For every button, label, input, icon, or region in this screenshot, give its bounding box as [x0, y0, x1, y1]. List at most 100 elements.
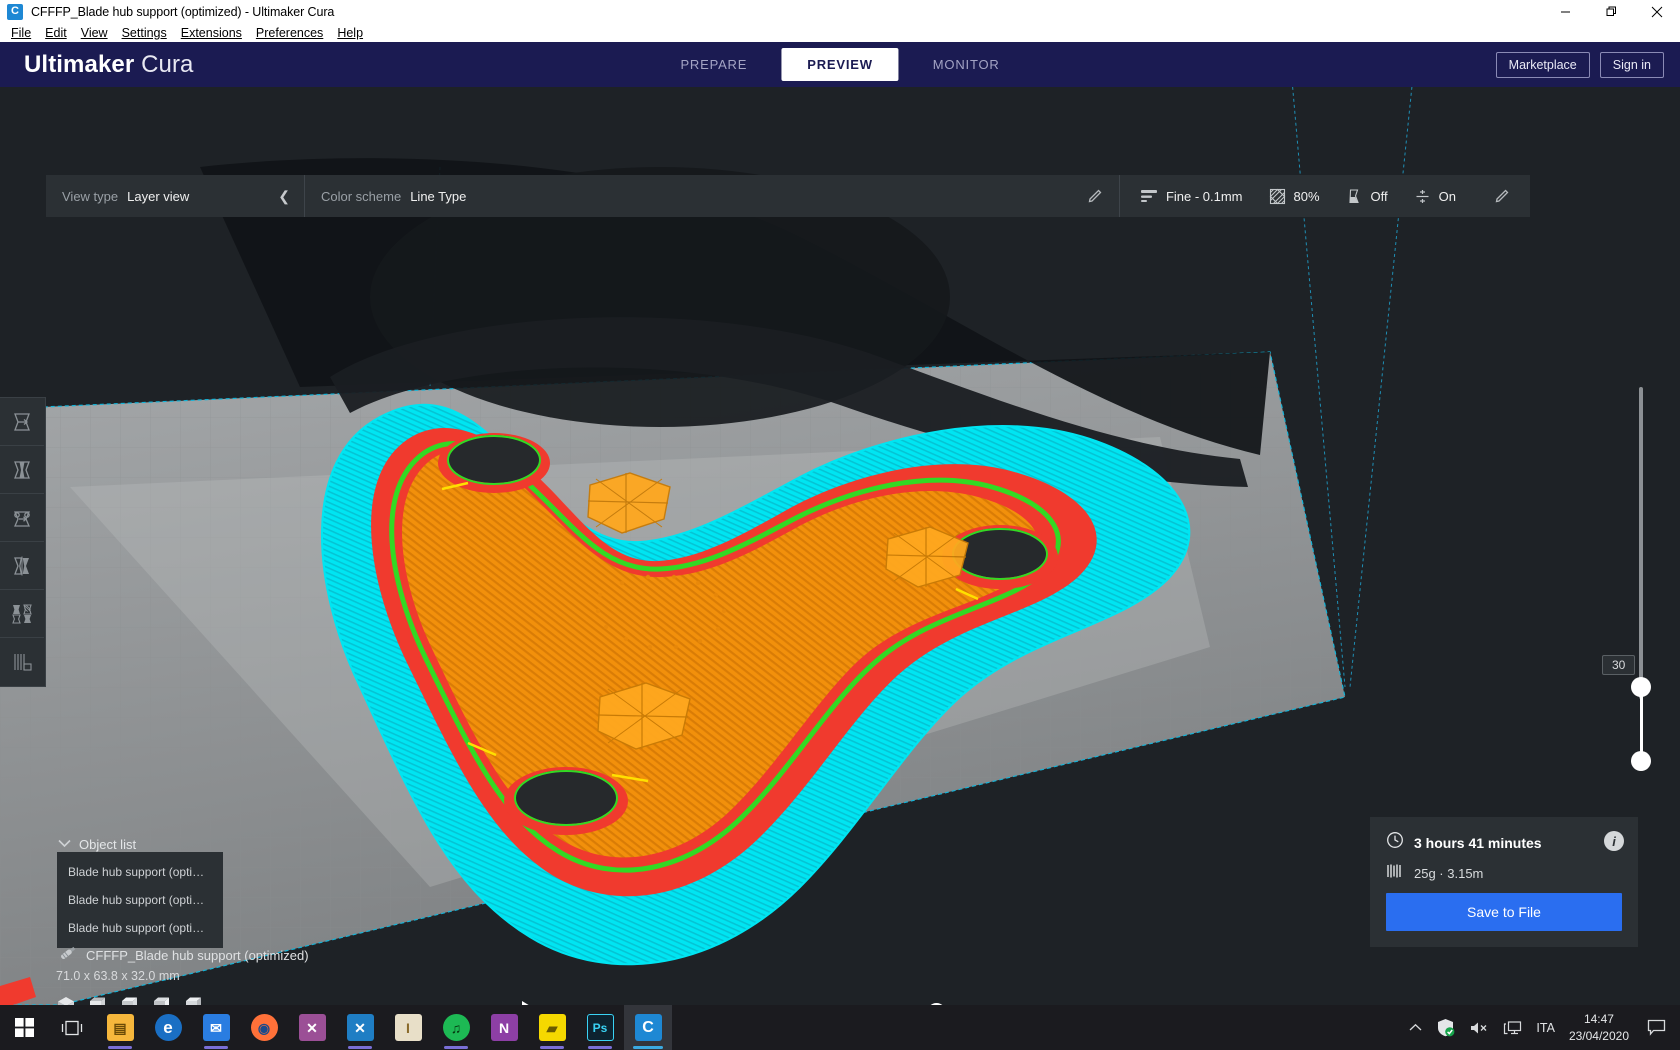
scale-tool-icon[interactable] — [0, 446, 44, 494]
onenote-icon[interactable]: N — [480, 1005, 528, 1050]
profile-selector[interactable]: Fine - 0.1mm — [1120, 175, 1269, 217]
infill-value: 80% — [1293, 188, 1320, 204]
profile-value: Fine - 0.1mm — [1165, 188, 1243, 204]
restore-icon[interactable] — [1588, 0, 1634, 23]
system-tray: ITA 14:47 23/04/2020 — [1409, 1005, 1680, 1050]
view-top-icon[interactable] — [120, 995, 140, 1005]
show-hidden-icons-icon[interactable] — [1409, 1023, 1422, 1032]
mirror-tool-icon[interactable] — [0, 542, 44, 590]
pencil-icon[interactable] — [1071, 188, 1119, 204]
menu-preferences[interactable]: Preferences — [249, 24, 330, 42]
windows-start-icon[interactable] — [0, 1005, 48, 1050]
material-value: 25g · 3.15m — [1414, 866, 1484, 881]
action-center-icon[interactable] — [1643, 1019, 1666, 1036]
stage-tabs: PREPARE PREVIEW MONITOR — [650, 42, 1029, 87]
mail-icon[interactable]: ✉ — [192, 1005, 240, 1050]
task-view-icon[interactable] — [48, 1005, 96, 1050]
cura-taskbar-icon[interactable]: C — [624, 1005, 672, 1050]
file-explorer-icon[interactable]: ▤ — [96, 1005, 144, 1050]
spotify-icon[interactable]: ♫ — [432, 1005, 480, 1050]
menu-edit[interactable]: Edit — [38, 24, 74, 42]
rotate-tool-icon[interactable] — [0, 494, 44, 542]
app-brand: Ultimaker Cura — [24, 50, 194, 78]
infill-icon — [1269, 188, 1286, 205]
visual-studio-icon[interactable]: ✕ — [288, 1005, 336, 1050]
sticky-notes-icon[interactable]: ▰ — [528, 1005, 576, 1050]
view-type-label: View type — [62, 188, 119, 204]
tab-monitor[interactable]: MONITOR — [907, 48, 1026, 81]
adhesion-selector[interactable]: On — [1414, 175, 1478, 217]
menu-file[interactable]: File — [4, 24, 38, 42]
menu-view[interactable]: View — [74, 24, 115, 42]
view-left-icon[interactable] — [152, 995, 172, 1005]
cura-logo-icon: C — [7, 3, 23, 20]
vs-code-icon[interactable]: ✕ — [336, 1005, 384, 1050]
network-icon[interactable] — [1503, 1020, 1522, 1036]
minimize-icon[interactable] — [1542, 0, 1588, 23]
clock-date: 23/04/2020 — [1568, 1028, 1629, 1043]
layer-height-icon — [1140, 188, 1158, 204]
camera-view-modes — [56, 995, 204, 1005]
firefox-icon[interactable]: ◉ — [240, 1005, 288, 1050]
view-type-selector[interactable]: View type Layer view ❮ — [46, 175, 304, 217]
layer-slider[interactable]: 30 — [1602, 387, 1658, 771]
object-list-header[interactable]: Object list — [58, 835, 136, 853]
volume-muted-icon[interactable] — [1469, 1020, 1489, 1036]
per-model-settings-tool-icon[interactable] — [0, 590, 44, 638]
language-indicator[interactable]: ITA — [1536, 1021, 1555, 1035]
menu-extensions[interactable]: Extensions — [174, 24, 249, 42]
infill-selector[interactable]: 80% — [1269, 175, 1346, 217]
window-controls — [1542, 0, 1680, 23]
menu-help[interactable]: Help — [330, 24, 370, 42]
adhesion-value: On — [1438, 188, 1456, 204]
layer-slider-track[interactable] — [1639, 387, 1643, 699]
3d-viewport[interactable]: View type Layer view ❮ Color scheme Line… — [0, 87, 1680, 1005]
print-time-value: 3 hours 41 minutes — [1414, 834, 1542, 851]
tab-preview[interactable]: PREVIEW — [781, 48, 899, 81]
layer-slider-value: 30 — [1602, 655, 1636, 675]
view-front-icon[interactable] — [88, 995, 108, 1005]
settings-pencil-icon[interactable] — [1478, 188, 1530, 204]
tool-column — [0, 397, 46, 687]
windows-taskbar: ▤ e ✉ ◉ ✕ ✕ I ♫ N ▰ Ps C ITA 14:47 23/04… — [0, 1005, 1680, 1050]
save-to-file-button[interactable]: Save to File — [1386, 893, 1622, 931]
filament-icon — [1386, 863, 1404, 884]
windows-security-icon[interactable] — [1436, 1018, 1455, 1037]
support-blocker-tool-icon[interactable] — [0, 638, 44, 686]
photoshop-icon[interactable]: Ps — [576, 1005, 624, 1050]
list-item[interactable]: Blade hub support (optimize... — [57, 858, 223, 886]
menu-settings[interactable]: Settings — [115, 24, 174, 42]
sign-in-button[interactable]: Sign in — [1599, 51, 1664, 78]
layer-slider-upper-handle[interactable] — [1631, 677, 1651, 697]
selected-object-name: CFFFP_Blade hub support (optimized) — [86, 948, 309, 963]
chevron-left-icon[interactable]: ❮ — [264, 188, 304, 205]
support-icon — [1346, 188, 1363, 205]
info-icon[interactable]: i — [1604, 831, 1624, 851]
clock-time: 14:47 — [1583, 1012, 1614, 1027]
chevron-down-icon[interactable] — [58, 835, 71, 853]
close-icon[interactable] — [1634, 0, 1680, 23]
support-selector[interactable]: Off — [1346, 175, 1414, 217]
color-scheme-selector[interactable]: Color scheme Line Type — [305, 175, 1071, 217]
clock-icon — [1386, 831, 1404, 854]
color-scheme-value: Line Type — [410, 188, 467, 204]
window-title: CFFFP_Blade hub support (optimized) - Ul… — [31, 4, 335, 19]
color-scheme-label: Color scheme — [321, 188, 402, 204]
microsoft-edge-icon[interactable]: e — [144, 1005, 192, 1050]
print-time-row: 3 hours 41 minutes — [1386, 831, 1622, 854]
list-item[interactable]: Blade hub support (optimize... — [57, 914, 223, 942]
print-info-panel: i 3 hours 41 minutes 25g · 3.15m Save to… — [1370, 817, 1638, 947]
list-item[interactable]: Blade hub support (optimize... — [57, 886, 223, 914]
tab-prepare[interactable]: PREPARE — [654, 48, 773, 81]
view-right-icon[interactable] — [184, 995, 204, 1005]
support-value: Off — [1370, 188, 1388, 204]
move-tool-icon[interactable] — [0, 398, 44, 446]
layer-slider-lower-handle[interactable] — [1631, 751, 1651, 771]
view-3d-icon[interactable] — [56, 995, 76, 1005]
clock[interactable]: 14:47 23/04/2020 — [1569, 1011, 1629, 1043]
marketplace-button[interactable]: Marketplace — [1495, 51, 1590, 78]
ultimaker-legacy-icon[interactable]: I — [384, 1005, 432, 1050]
menu-bar: File Edit View Settings Extensions Prefe… — [0, 23, 1680, 42]
view-type-value: Layer view — [127, 188, 190, 204]
selected-object-row: CFFFP_Blade hub support (optimized) — [58, 945, 309, 966]
